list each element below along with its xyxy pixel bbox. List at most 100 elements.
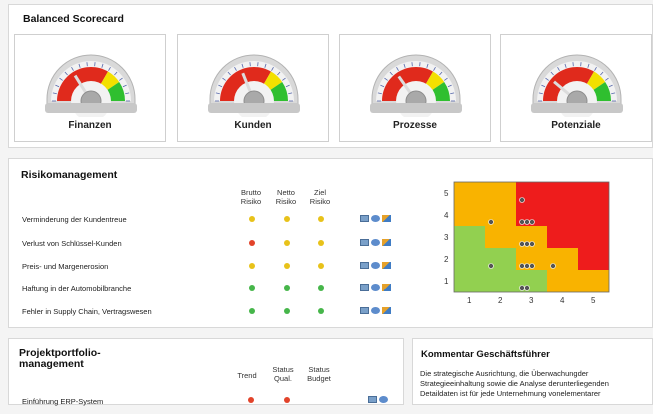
risk-marker-icon (525, 264, 530, 269)
risk-status-dot (318, 285, 324, 291)
report-icon[interactable] (360, 215, 369, 222)
risk-status-dot (318, 263, 324, 269)
chart-icon[interactable] (382, 215, 391, 222)
matrix-cell (454, 204, 485, 226)
risk-status-dot (284, 285, 290, 291)
scorecard-title: Balanced Scorecard (23, 13, 124, 25)
chart-icon[interactable] (382, 262, 391, 269)
col-ziel-risiko: Ziel Risiko (305, 188, 335, 206)
matrix-x-label: 5 (591, 296, 596, 305)
risk-marker-icon (551, 264, 556, 269)
globe-icon[interactable] (371, 239, 380, 246)
risk-marker-icon (489, 220, 494, 225)
globe-icon[interactable] (371, 215, 380, 222)
matrix-cell (547, 182, 578, 204)
matrix-cell (578, 248, 609, 270)
risk-marker-icon (520, 286, 525, 291)
risk-marker-icon (525, 242, 530, 247)
risk-row-label: Verlust von Schlüssel-Kunden (22, 239, 122, 248)
risk-status-dot (318, 308, 324, 314)
portfolio-trend-dot (248, 397, 254, 403)
matrix-x-label: 1 (467, 296, 472, 305)
risk-marker-icon (520, 242, 525, 247)
matrix-cell (454, 226, 485, 248)
matrix-cell (485, 226, 516, 248)
col-trend: Trend (232, 371, 262, 380)
risk-row-actions (360, 284, 394, 292)
col-status-budget: Status Budget (304, 365, 334, 383)
comment-line-2: Strategieeinhaltung sowie die Analyse de… (420, 379, 609, 389)
matrix-cell (547, 226, 578, 248)
risk-marker-icon (520, 264, 525, 269)
gauge-card-3: Potenziale (500, 34, 652, 142)
gauge-card-2: Prozesse (339, 34, 491, 142)
matrix-y-label: 2 (444, 255, 449, 264)
risk-status-dot (284, 240, 290, 246)
gauge-dial-icon (366, 43, 466, 117)
gauge-label: Kunden (178, 120, 328, 131)
risk-status-dot (249, 263, 255, 269)
report-icon[interactable] (360, 239, 369, 246)
col-status-qual: Status Qual. (268, 365, 298, 383)
risk-row-label: Haftung in der Automobilbranche (22, 284, 131, 293)
comment-title: Kommentar Geschäftsführer (421, 349, 550, 360)
risk-marker-icon (520, 198, 525, 203)
report-icon[interactable] (360, 262, 369, 269)
risk-status-dot (284, 263, 290, 269)
globe-icon[interactable] (371, 307, 380, 314)
chart-icon[interactable] (382, 307, 391, 314)
risk-status-dot (249, 216, 255, 222)
matrix-cell (547, 204, 578, 226)
gauge-label: Finanzen (15, 120, 165, 131)
chart-icon[interactable] (382, 284, 391, 291)
col-brutto-risiko: Brutto Risiko (236, 188, 266, 206)
globe-icon[interactable] (379, 396, 388, 403)
risk-marker-icon (520, 220, 525, 225)
risk-row-label: Preis- und Margenerosion (22, 262, 108, 271)
gauge-card-0: Finanzen (14, 34, 166, 142)
risk-status-dot (249, 285, 255, 291)
globe-icon[interactable] (371, 284, 380, 291)
risk-row-actions (360, 215, 394, 223)
risk-row-label: Verminderung der Kundentreue (22, 215, 127, 224)
portfolio-title-2: management (19, 358, 84, 370)
risk-status-dot (284, 216, 290, 222)
matrix-y-label: 5 (444, 189, 449, 198)
matrix-x-label: 2 (498, 296, 503, 305)
gauge-card-1: Kunden (177, 34, 329, 142)
matrix-cell (578, 270, 609, 292)
risk-row-actions (360, 262, 394, 270)
report-icon[interactable] (360, 307, 369, 314)
risk-title: Risikomanagement (21, 169, 117, 181)
matrix-cell (485, 270, 516, 292)
risk-status-dot (249, 240, 255, 246)
matrix-x-label: 3 (529, 296, 534, 305)
matrix-y-label: 3 (444, 233, 449, 242)
matrix-cell (454, 182, 485, 204)
gauge-dial-icon (41, 43, 141, 117)
portfolio-actions (368, 396, 402, 404)
risk-status-dot (249, 308, 255, 314)
risk-marker-icon (530, 220, 535, 225)
risk-marker-icon (530, 242, 535, 247)
matrix-cell (485, 182, 516, 204)
gauge-label: Potenziale (501, 120, 651, 131)
risk-status-dot (318, 216, 324, 222)
matrix-cell (578, 226, 609, 248)
matrix-cell (578, 182, 609, 204)
risk-marker-icon (525, 220, 530, 225)
portfolio-panel: Projektportfolio- management (8, 338, 404, 405)
matrix-y-label: 1 (444, 277, 449, 286)
risk-row-actions (360, 307, 394, 315)
risk-row-actions (360, 239, 394, 247)
report-icon[interactable] (368, 396, 377, 403)
risk-marker-icon (530, 264, 535, 269)
matrix-cell (454, 270, 485, 292)
globe-icon[interactable] (371, 262, 380, 269)
risk-matrix: 5432112345 (438, 178, 618, 308)
risk-status-dot (284, 308, 290, 314)
matrix-cell (578, 204, 609, 226)
chart-icon[interactable] (382, 239, 391, 246)
report-icon[interactable] (360, 284, 369, 291)
comment-line-3: Detaildaten ist für jede Unternehmung vo… (420, 389, 601, 399)
